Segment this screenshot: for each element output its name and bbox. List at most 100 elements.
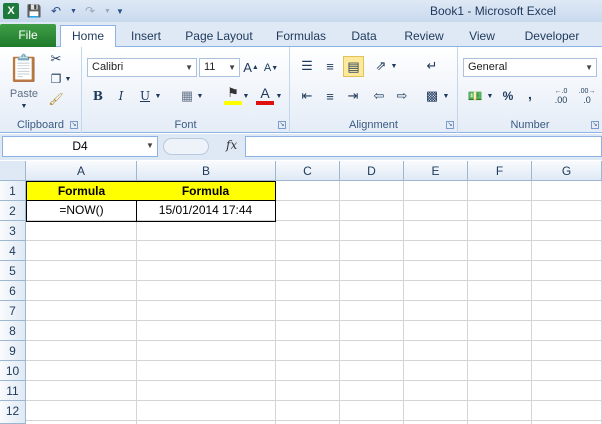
copy-icon[interactable]: ❐	[48, 71, 64, 87]
tab-formulas[interactable]: Formulas	[270, 26, 332, 48]
font-size-select[interactable]: 11 ▼	[199, 58, 240, 77]
underline-button[interactable]: U	[137, 87, 153, 105]
row-header-3[interactable]: 3	[0, 221, 26, 241]
column-header-g[interactable]: G	[532, 161, 602, 181]
align-right-icon[interactable]: ⇥	[344, 87, 362, 105]
column-header-b[interactable]: B	[137, 161, 276, 181]
customize-qat-icon[interactable]: ▼	[116, 7, 124, 16]
paste-icon[interactable]: 📋	[8, 53, 40, 83]
italic-button[interactable]: I	[113, 87, 129, 105]
column-header-d[interactable]: D	[340, 161, 404, 181]
borders-dropdown-icon[interactable]: ▼	[196, 89, 204, 103]
font-name-select[interactable]: Calibri ▼	[87, 58, 197, 77]
column-header-e[interactable]: E	[404, 161, 468, 181]
decrease-decimal-button[interactable]: .00→ .0	[576, 87, 598, 105]
borders-icon[interactable]: ▦	[178, 87, 196, 105]
tab-data[interactable]: Data	[344, 26, 384, 48]
cell-b2[interactable]: 15/01/2014 17:44	[136, 201, 276, 222]
font-launcher-icon[interactable]: ↘	[278, 121, 286, 129]
column-header-f[interactable]: F	[468, 161, 532, 181]
top-align-icon[interactable]: ☰	[298, 57, 316, 75]
percent-style-button[interactable]: %	[500, 87, 516, 105]
select-all-button[interactable]	[0, 161, 26, 181]
cell-b1[interactable]: Formula	[136, 181, 276, 201]
redo-icon[interactable]: ↷	[82, 4, 98, 18]
increase-decimal-button[interactable]: ←.0 .00	[550, 87, 572, 105]
excel-logo-icon[interactable]: X	[3, 3, 19, 19]
cell-a1[interactable]: Formula	[26, 181, 137, 201]
bottom-align-icon[interactable]: ▤	[343, 56, 364, 77]
cut-icon[interactable]: ✂	[48, 51, 64, 67]
row-header-2[interactable]: 2	[0, 201, 26, 221]
row-header-8[interactable]: 8	[0, 321, 26, 341]
row-header-11[interactable]: 11	[0, 381, 26, 401]
insert-function-icon[interactable]: fx	[226, 138, 237, 152]
tab-home[interactable]: Home	[60, 25, 116, 48]
tab-page-layout[interactable]: Page Layout	[180, 26, 258, 48]
cell-a2[interactable]: =NOW()	[26, 201, 137, 222]
formula-bar-splitter[interactable]	[163, 138, 209, 155]
row-header-12[interactable]: 12	[0, 401, 26, 424]
number-format-select[interactable]: General ▼	[463, 58, 597, 77]
format-painter-icon[interactable]: 🖌	[48, 91, 64, 107]
fill-color-icon[interactable]: ⚑	[224, 85, 242, 105]
font-size-value: 11	[204, 61, 216, 73]
tab-file[interactable]: File	[0, 24, 56, 47]
undo-dropdown-icon[interactable]: ▼	[70, 8, 77, 15]
formula-input[interactable]	[245, 136, 602, 157]
merge-dropdown-icon[interactable]: ▼	[442, 89, 450, 103]
orientation-icon[interactable]: ⇗	[372, 57, 390, 75]
column-header-a[interactable]: A	[26, 161, 137, 181]
middle-align-icon[interactable]: ≡	[321, 57, 339, 75]
bold-button[interactable]: B	[90, 87, 106, 105]
alignment-label: Alignment	[349, 119, 398, 131]
row-header-9[interactable]: 9	[0, 341, 26, 361]
number-group: General ▼ 💵 ▼ % , ←.0 .00 .00→ .0 Number…	[458, 47, 602, 133]
shrink-font-button[interactable]: A ▼	[264, 60, 278, 76]
font-color-button[interactable]: A	[256, 85, 274, 105]
number-launcher-icon[interactable]: ↘	[591, 121, 599, 129]
alignment-launcher-icon[interactable]: ↘	[446, 121, 454, 129]
tab-view[interactable]: View	[462, 26, 502, 48]
clipboard-launcher-icon[interactable]: ↘	[70, 121, 78, 129]
fill-color-dropdown-icon[interactable]: ▼	[242, 89, 250, 103]
copy-dropdown-icon[interactable]: ▼	[64, 73, 72, 85]
clipboard-label: Clipboard	[16, 119, 65, 131]
align-center-icon[interactable]: ≡	[321, 87, 339, 105]
align-left-icon[interactable]: ⇤	[298, 87, 316, 105]
paste-button[interactable]: Paste	[6, 87, 42, 101]
increase-indent-icon[interactable]: ⇨	[393, 87, 411, 105]
font-color-dropdown-icon[interactable]: ▼	[275, 89, 283, 103]
accounting-format-icon[interactable]: 💵	[464, 87, 486, 105]
window-title: Book1 - Microsoft Excel	[430, 4, 557, 18]
paste-dropdown-icon[interactable]: ▼	[18, 101, 30, 111]
grow-font-button[interactable]: A ▲	[243, 59, 259, 75]
merge-center-icon[interactable]: ▩	[422, 87, 442, 105]
font-name-value: Calibri	[92, 61, 124, 73]
chevron-down-icon[interactable]: ▼	[146, 141, 154, 150]
row-header-1[interactable]: 1	[0, 181, 26, 201]
save-icon[interactable]: 💾	[26, 4, 42, 18]
row-header-4[interactable]: 4	[0, 241, 26, 261]
tab-review[interactable]: Review	[398, 26, 450, 48]
column-header-c[interactable]: C	[276, 161, 340, 181]
row-header-5[interactable]: 5	[0, 261, 26, 281]
undo-icon[interactable]: ↶	[48, 4, 64, 18]
row-header-10[interactable]: 10	[0, 361, 26, 381]
tab-developer[interactable]: Developer	[516, 26, 588, 48]
row-header-7[interactable]: 7	[0, 301, 26, 321]
gridline	[467, 181, 468, 424]
comma-style-button[interactable]: ,	[524, 85, 536, 103]
underline-dropdown-icon[interactable]: ▼	[154, 89, 162, 103]
name-box[interactable]: D4	[2, 136, 158, 157]
row-header-6[interactable]: 6	[0, 281, 26, 301]
increase-decimal-label: .00	[554, 95, 568, 105]
wrap-text-icon[interactable]: ↵	[422, 57, 442, 75]
chevron-down-icon: ▼	[228, 63, 236, 72]
accounting-dropdown-icon[interactable]: ▼	[486, 89, 494, 103]
decrease-indent-icon[interactable]: ⇦	[370, 87, 388, 105]
tab-insert[interactable]: Insert	[122, 26, 170, 48]
orientation-dropdown-icon[interactable]: ▼	[390, 59, 398, 73]
redo-dropdown-icon[interactable]: ▼	[104, 8, 111, 15]
ribbon-tabs: File Home Insert Page Layout Formulas Da…	[0, 22, 602, 48]
